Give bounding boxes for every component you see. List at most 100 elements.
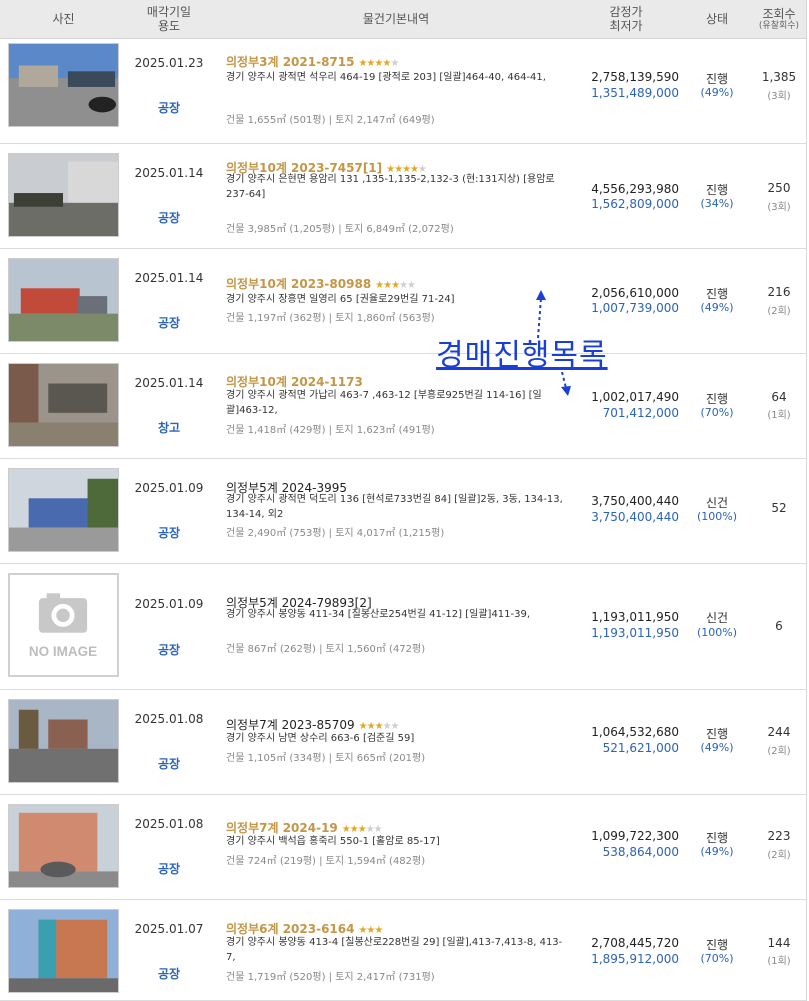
- appraisal-price: 2,708,445,720: [591, 936, 679, 950]
- auction-date: 2025.01.08: [134, 817, 204, 831]
- property-photo[interactable]: [8, 43, 119, 127]
- property-photo[interactable]: [8, 468, 119, 552]
- view-count: 64: [771, 390, 787, 404]
- case-number-link[interactable]: 의정부3계 2021-8715 ★★★★★: [226, 53, 399, 70]
- status-text: 진행: [705, 287, 729, 301]
- price-percent: (70%): [700, 952, 734, 965]
- property-photo[interactable]: [8, 909, 119, 993]
- rating-stars: ★★★★★: [358, 58, 399, 69]
- table-row[interactable]: 2025.01.14 창고 의정부10계 2024-1173 경기 양주시 광적…: [0, 354, 806, 459]
- area-info: 건물 724㎡ (219평) | 토지 1,594㎡ (482평): [226, 856, 426, 867]
- area-info: 건물 2,490㎡ (753평) | 토지 4,017㎡ (1,215평): [226, 528, 445, 539]
- minimum-price: 1,007,739,000: [591, 301, 679, 315]
- arrow-down-icon: [561, 372, 571, 396]
- price-percent: (49%): [700, 301, 734, 314]
- no-image-text: NO IMAGE: [29, 644, 97, 659]
- minimum-price: 1,351,489,000: [591, 86, 679, 100]
- appraisal-price: 1,099,722,300: [591, 829, 679, 843]
- minimum-price: 1,193,011,950: [591, 626, 679, 640]
- header-status: 상태: [705, 12, 729, 26]
- address: 경기 양주시 봉양동 411-34 [칠봉산로254번길 41-12] [일괄]…: [226, 609, 531, 620]
- status-text: 진행: [705, 831, 729, 845]
- auction-date: 2025.01.14: [134, 376, 204, 390]
- view-count: 223: [767, 829, 791, 843]
- auction-date: 2025.01.09: [134, 597, 204, 611]
- property-photo[interactable]: [8, 804, 119, 888]
- area-info: 건물 1,655㎡ (501평) | 토지 2,147㎡ (649평): [226, 115, 435, 126]
- usage-link[interactable]: 창고: [124, 419, 214, 436]
- address: 경기 양주시 광적면 가납리 463-7 ,463-12 [부흥로925번길 1…: [226, 390, 542, 416]
- arrow-up-icon: [536, 290, 546, 339]
- price-percent: (49%): [700, 86, 734, 99]
- address: 경기 양주시 광적면 덕도리 136 [현석로733번길 84] [일괄]2동,…: [226, 494, 563, 520]
- usage-link[interactable]: 공장: [124, 965, 214, 982]
- view-count: 1,385: [761, 70, 797, 84]
- appraisal-price: 2,758,139,590: [591, 70, 679, 84]
- status-text: 진행: [705, 72, 729, 86]
- usage-link[interactable]: 공장: [124, 860, 214, 877]
- table-row[interactable]: 2025.01.23 공장 의정부3계 2021-8715 ★★★★★ 경기 양주…: [0, 39, 806, 144]
- appraisal-price: 1,002,017,490: [591, 390, 679, 404]
- usage-link[interactable]: 공장: [124, 641, 214, 658]
- case-number-link[interactable]: 의정부10계 2023-80988 ★★★★★: [226, 275, 416, 292]
- view-count: 52: [771, 501, 787, 515]
- minimum-price: 701,412,000: [602, 406, 679, 420]
- view-count: 216: [767, 285, 791, 299]
- header-views: 조회수 (유찰회수): [758, 6, 800, 31]
- auction-date: 2025.01.08: [134, 712, 204, 726]
- usage-link[interactable]: 공장: [124, 209, 214, 226]
- area-info: 건물 1,719㎡ (520평) | 토지 2,417㎡ (731평): [226, 972, 435, 983]
- auction-list-table: 사진 매각기일 용도 물건기본내역 감정가 최저가 상태 조회수 (유찰회수) 202…: [0, 0, 807, 1001]
- minimum-price: 1,562,809,000: [591, 197, 679, 211]
- usage-link[interactable]: 공장: [124, 314, 214, 331]
- header-info: 물건기본내역: [362, 12, 430, 26]
- table-row[interactable]: NO IMAGE 2025.01.09 공장 의정부5계 2024-79893[…: [0, 564, 806, 690]
- appraisal-price: 2,056,610,000: [591, 286, 679, 300]
- status-text: 진행: [705, 938, 729, 952]
- usage-link[interactable]: 공장: [124, 99, 214, 116]
- rating-stars: ★★★★★: [375, 280, 416, 291]
- property-photo[interactable]: [8, 699, 119, 783]
- usage-link[interactable]: 공장: [124, 524, 214, 541]
- address: 경기 양주시 광적면 석우리 464-19 [광적로 203] [일괄]464-…: [226, 72, 546, 83]
- address: 경기 양주시 은현면 용암리 131 ,135-1,135-2,132-3 (현…: [226, 174, 555, 200]
- table-row[interactable]: 2025.01.09 공장 의정부5계 2024-3995 경기 양주시 광적면…: [0, 459, 806, 564]
- status-text: 진행: [705, 727, 729, 741]
- header-photo: 사진: [52, 12, 75, 26]
- table-row[interactable]: 2025.01.07 공장 의정부6계 2023-6164 ★★★ 경기 양주시 …: [0, 900, 806, 1001]
- table-row[interactable]: 2025.01.08 공장 의정부7계 2023-85709 ★★★★★ 경기 양…: [0, 690, 806, 795]
- auction-date: 2025.01.07: [134, 922, 204, 936]
- property-photo[interactable]: [8, 258, 119, 342]
- fail-count: (1회): [767, 956, 791, 967]
- address: 경기 양주시 남면 상수리 663-6 [검준길 59]: [226, 733, 415, 744]
- fail-count: (3회): [767, 91, 791, 102]
- area-info: 건물 1,197㎡ (362평) | 토지 1,860㎡ (563평): [226, 313, 435, 324]
- minimum-price: 538,864,000: [602, 845, 679, 859]
- view-count: 250: [767, 181, 791, 195]
- address: 경기 양주시 봉양동 413-4 [칠봉산로228번길 29] [일괄],413…: [226, 937, 563, 963]
- appraisal-price: 4,556,293,980: [591, 182, 679, 196]
- appraisal-price: 1,193,011,950: [591, 610, 679, 624]
- table-header: 사진 매각기일 용도 물건기본내역 감정가 최저가 상태 조회수 (유찰회수): [0, 0, 806, 39]
- no-image-placeholder[interactable]: NO IMAGE: [8, 573, 119, 677]
- property-photo[interactable]: [8, 153, 119, 237]
- price-percent: (100%): [696, 626, 738, 639]
- status-text: 신건: [705, 496, 729, 510]
- annotation-overlay-text: 경매진행목록: [436, 338, 608, 373]
- fail-count: (3회): [767, 202, 791, 213]
- price-percent: (49%): [700, 845, 734, 858]
- appraisal-price: 3,750,400,440: [591, 494, 679, 508]
- area-info: 건물 1,105㎡ (334평) | 토지 665㎡ (201평): [226, 753, 426, 764]
- table-row[interactable]: 2025.01.14 공장 의정부10계 2023-7457[1] ★★★★★ 경…: [0, 144, 806, 249]
- area-info: 건물 867㎡ (262평) | 토지 1,560㎡ (472평): [226, 644, 426, 655]
- property-photo[interactable]: [8, 363, 119, 447]
- address: 경기 양주시 장흥면 일영리 65 [권율로29번길 71-24]: [226, 294, 455, 305]
- header-price: 감정가 최저가: [609, 5, 643, 33]
- view-count: 144: [767, 936, 791, 950]
- minimum-price: 3,750,400,440: [591, 510, 679, 524]
- table-row[interactable]: 2025.01.14 공장 의정부10계 2023-80988 ★★★★★ 경기 …: [0, 249, 806, 354]
- minimum-price: 521,621,000: [602, 741, 679, 755]
- table-row[interactable]: 2025.01.08 공장 의정부7계 2024-19 ★★★★★ 경기 양주시 …: [0, 795, 806, 900]
- usage-link[interactable]: 공장: [124, 755, 214, 772]
- minimum-price: 1,895,912,000: [591, 952, 679, 966]
